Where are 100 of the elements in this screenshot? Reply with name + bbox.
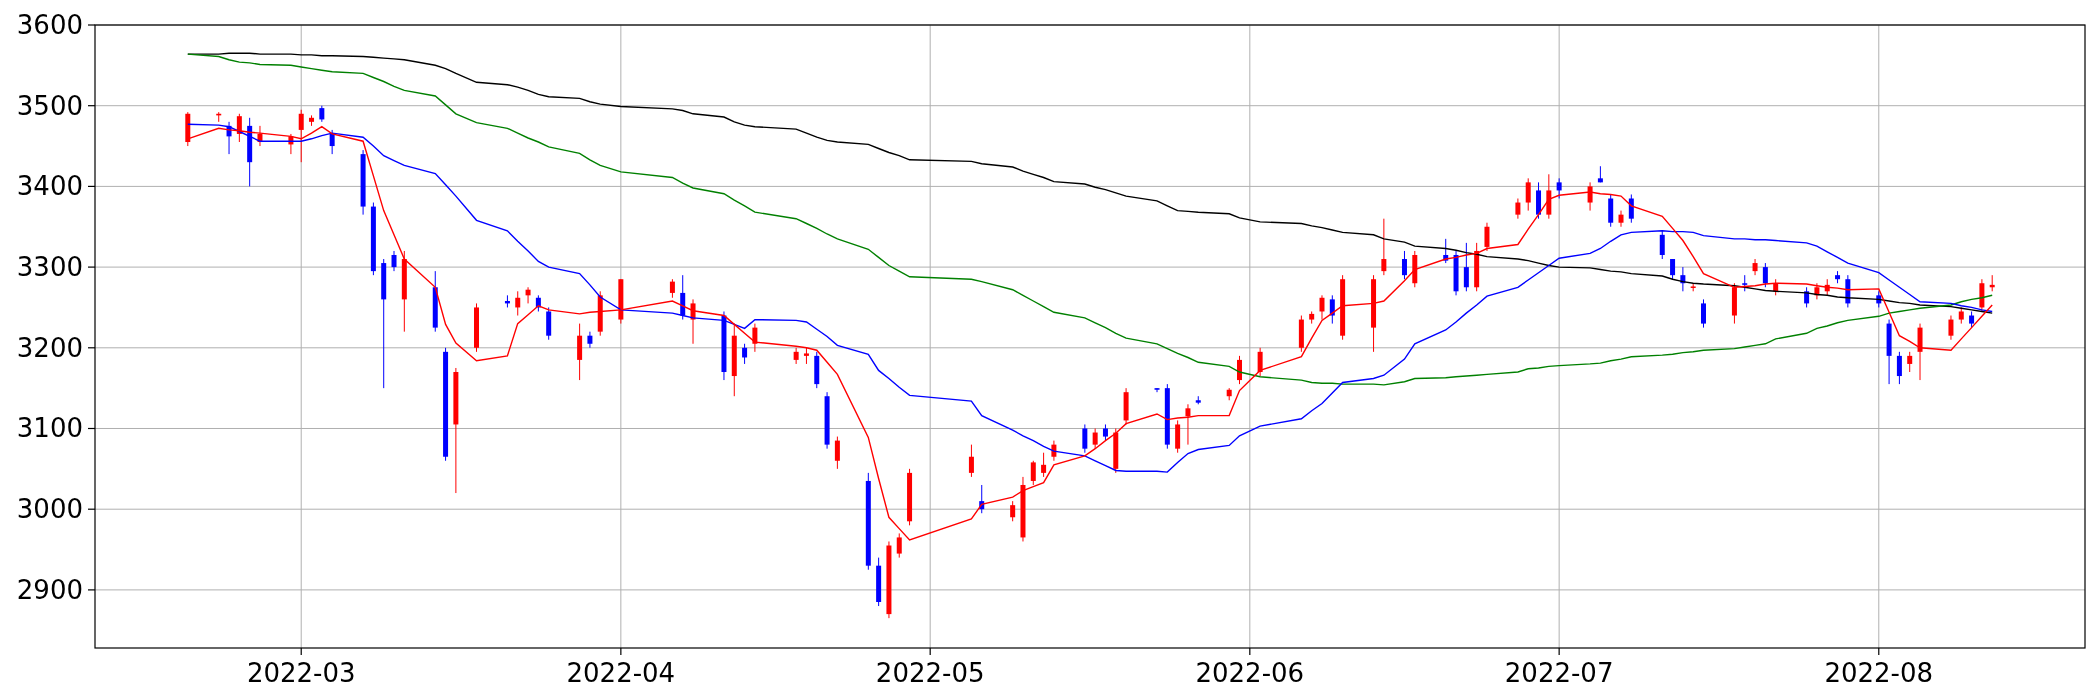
candlestick	[1752, 258, 1758, 276]
candlestick	[1443, 238, 1449, 264]
candlestick	[1948, 315, 1954, 341]
candlestick	[525, 286, 531, 304]
candlestick	[1896, 351, 1902, 385]
candlestick	[535, 294, 541, 312]
candlestick	[1164, 383, 1170, 450]
candlestick	[1175, 419, 1181, 454]
axis-tick-label: 2022-03	[246, 658, 356, 688]
candlestick	[896, 532, 902, 559]
tick-mark	[300, 647, 302, 656]
candlestick	[257, 125, 263, 147]
axis-tick-label: 2022-08	[1824, 658, 1934, 688]
candlestick	[319, 105, 325, 123]
candlestick	[247, 117, 253, 187]
candlestick	[1886, 319, 1892, 385]
tick-mark	[1249, 647, 1251, 656]
candlestick	[876, 557, 882, 607]
candlestick	[216, 111, 222, 123]
candlestick	[1154, 387, 1160, 393]
candlestick	[1979, 278, 1985, 312]
tick-mark	[87, 427, 96, 430]
candlestick	[1020, 476, 1026, 542]
candlestick	[185, 111, 191, 147]
candlestick	[680, 274, 686, 321]
tick-mark	[87, 508, 96, 510]
candlestick	[1731, 282, 1737, 325]
axis-tick-label: 3200	[16, 332, 83, 363]
candlestick	[1329, 294, 1335, 325]
candlestick	[1463, 242, 1469, 292]
candlestick	[1680, 266, 1686, 292]
axis-tick-label: 2022-06	[1195, 658, 1305, 688]
candlestick	[834, 436, 840, 470]
candlestick	[515, 290, 521, 316]
candlestick	[1298, 315, 1304, 353]
candlestick	[1092, 428, 1098, 450]
candlestick	[597, 290, 603, 337]
candlestick	[1340, 274, 1346, 341]
candlestick	[1773, 278, 1779, 296]
candlestick	[1195, 395, 1201, 405]
candlestick	[1762, 262, 1768, 288]
candlestick	[1453, 250, 1459, 296]
candlestick	[1030, 460, 1036, 486]
candlestick	[803, 347, 809, 365]
tick-mark	[87, 185, 96, 187]
candlestick	[1587, 181, 1593, 212]
candlestick	[1010, 500, 1016, 522]
candlestick	[968, 444, 974, 478]
candlestick	[226, 121, 232, 155]
candlestick	[1546, 173, 1552, 220]
candlestick	[546, 306, 552, 341]
candlestick	[1804, 286, 1810, 308]
candlestick	[1515, 198, 1521, 220]
tick-mark	[87, 266, 96, 268]
candlestick	[618, 278, 624, 325]
candlestick	[979, 484, 985, 514]
candlestick	[577, 323, 583, 381]
axis-tick-label: 3000	[16, 494, 83, 525]
candlestick	[1958, 306, 1964, 325]
candlestick	[1051, 440, 1057, 462]
candlestick	[1824, 278, 1830, 296]
candlestick	[793, 347, 799, 365]
candlestick	[1319, 294, 1325, 321]
candlestick	[309, 114, 315, 127]
candlestick	[504, 294, 510, 308]
axis-tick-label: 2022-07	[1504, 658, 1614, 688]
tick-mark	[87, 24, 96, 26]
candlestick	[1556, 177, 1562, 199]
candlestick	[1876, 290, 1882, 308]
axis-tick-label: 3500	[16, 90, 83, 121]
candlestick	[236, 113, 242, 143]
candlestick	[1742, 274, 1748, 292]
axis-tick-label: 2022-04	[566, 658, 676, 688]
candlestick	[1257, 347, 1263, 377]
candlestick	[1989, 274, 1995, 292]
candlestick	[1381, 218, 1387, 276]
axis-tick-label: 2900	[16, 574, 83, 605]
candlestick	[1597, 165, 1603, 183]
candlestick	[329, 129, 335, 155]
candlestick	[1484, 222, 1490, 252]
axis-tick-label: 3400	[16, 171, 83, 202]
candlestick	[298, 109, 304, 163]
candlestick	[1907, 351, 1913, 373]
candlestick	[1608, 193, 1614, 228]
tick-mark	[87, 589, 96, 591]
candlestick	[1041, 452, 1047, 478]
candlestick	[1226, 387, 1232, 401]
candlestick	[1082, 423, 1088, 454]
candlestick	[1412, 250, 1418, 288]
candlestick	[1309, 311, 1315, 325]
candlestick	[1701, 298, 1706, 329]
candlestick	[1628, 193, 1634, 224]
candlestick	[752, 323, 758, 353]
tick-mark	[1558, 647, 1560, 656]
candlestick	[1917, 323, 1923, 381]
candlestick	[1185, 403, 1191, 446]
candlestick	[474, 302, 479, 353]
tick-mark	[929, 647, 931, 656]
candlestick	[1690, 282, 1696, 292]
candlestick	[1123, 387, 1129, 425]
